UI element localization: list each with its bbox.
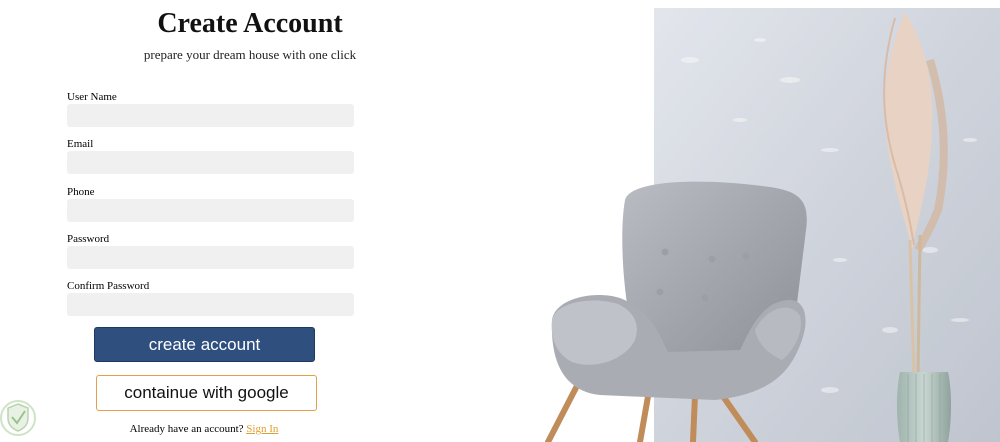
create-account-button[interactable]: create account bbox=[94, 327, 315, 362]
signin-prompt-text: Already have an account? bbox=[129, 423, 244, 435]
signin-prompt: Already have an account? Sign In bbox=[0, 423, 408, 435]
armchair-illustration bbox=[545, 8, 1000, 442]
signin-link[interactable]: Sign In bbox=[246, 423, 278, 435]
phone-label: Phone bbox=[67, 186, 95, 198]
confirm-password-label: Confirm Password bbox=[67, 280, 150, 292]
email-label: Email bbox=[67, 138, 94, 150]
page-subtitle: prepare your dream house with one click bbox=[143, 47, 357, 62]
phone-input[interactable] bbox=[67, 199, 354, 222]
continue-with-google-button[interactable]: containue with google bbox=[96, 375, 317, 411]
password-input[interactable] bbox=[67, 246, 354, 269]
username-input[interactable] bbox=[67, 104, 354, 127]
page-title: Create Account bbox=[157, 8, 343, 39]
email-input[interactable] bbox=[67, 151, 354, 174]
username-label: User Name bbox=[67, 91, 117, 103]
shield-check-logo-icon bbox=[0, 400, 36, 436]
signup-form-panel: Create Account prepare your dream house … bbox=[0, 0, 500, 442]
confirm-password-input[interactable] bbox=[67, 293, 354, 316]
password-label: Password bbox=[67, 233, 110, 245]
hero-image-armchair bbox=[500, 0, 1000, 442]
